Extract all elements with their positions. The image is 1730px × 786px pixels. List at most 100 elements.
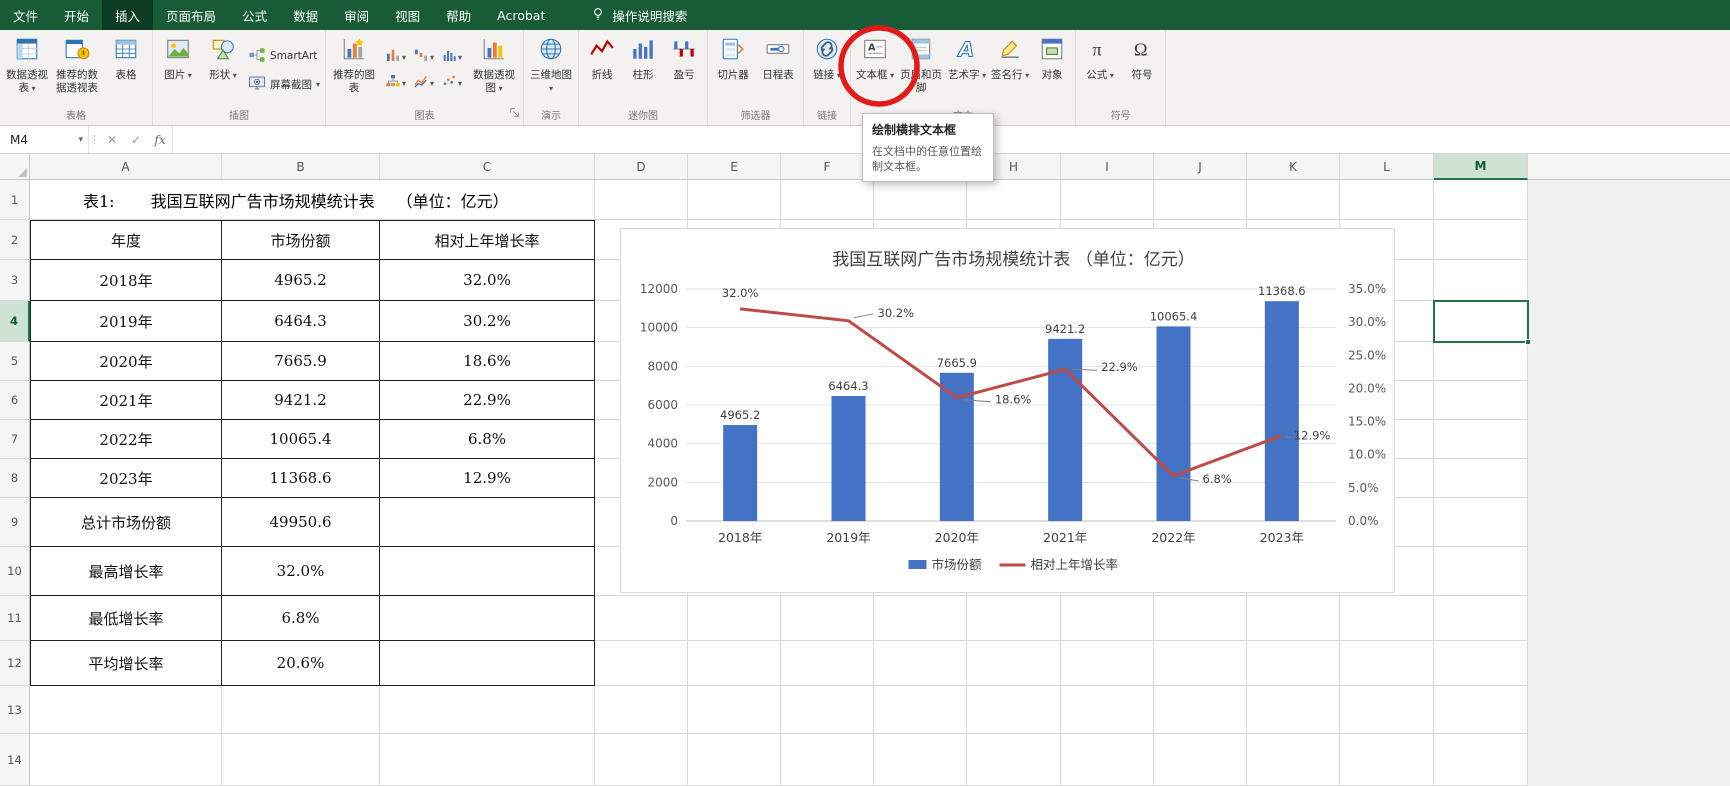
cell-I13[interactable] bbox=[1061, 686, 1154, 734]
cell-E11[interactable] bbox=[688, 596, 781, 641]
ribbon-tab-review[interactable]: 审阅 bbox=[331, 0, 382, 30]
cell-M9[interactable] bbox=[1434, 498, 1528, 547]
row-header-10[interactable]: 10 bbox=[0, 547, 30, 596]
column-header-F[interactable]: F bbox=[781, 154, 874, 180]
shapes-dropdown-icon[interactable]: ▾ bbox=[230, 71, 237, 80]
link-button[interactable]: 链接 ▾ bbox=[807, 31, 847, 109]
insert-waterfall-chart-dropdown-icon[interactable]: ▾ bbox=[430, 53, 434, 62]
select-all-corner[interactable] bbox=[0, 154, 30, 180]
signature-line-button[interactable]: 签名行 ▾ bbox=[989, 31, 1031, 109]
cell-A8[interactable]: 2023年 bbox=[30, 459, 222, 498]
cell-B7[interactable]: 10065.4 bbox=[222, 420, 380, 459]
cell-E1[interactable] bbox=[688, 180, 781, 220]
ribbon-tab-file[interactable]: 文件 bbox=[0, 0, 51, 30]
cell-M10[interactable] bbox=[1434, 547, 1528, 596]
cell-B4[interactable]: 6464.3 bbox=[222, 301, 380, 342]
confirm-entry-icon[interactable]: ✓ bbox=[124, 126, 148, 153]
cell-C10[interactable] bbox=[380, 547, 595, 596]
row-header-14[interactable]: 14 bbox=[0, 734, 30, 786]
row-header-4[interactable]: 4 bbox=[0, 301, 30, 342]
cell-G1[interactable] bbox=[874, 180, 967, 220]
cell-M12[interactable] bbox=[1434, 641, 1528, 686]
column-header-K[interactable]: K bbox=[1247, 154, 1340, 180]
cell-H13[interactable] bbox=[967, 686, 1061, 734]
cell-I14[interactable] bbox=[1061, 734, 1154, 786]
cell-D1[interactable] bbox=[595, 180, 688, 220]
dialog-launcher-icon[interactable] bbox=[509, 107, 520, 123]
cell-C12[interactable] bbox=[380, 641, 595, 686]
cell-E14[interactable] bbox=[688, 734, 781, 786]
pivot-table-button[interactable]: 数据透视表 ▾ bbox=[3, 31, 51, 109]
cell-K13[interactable] bbox=[1247, 686, 1340, 734]
table-button[interactable]: 表格 bbox=[103, 31, 149, 109]
insert-waterfall-chart-button[interactable]: ▾ bbox=[411, 45, 436, 69]
cell-J12[interactable] bbox=[1154, 641, 1247, 686]
ribbon-tab-formulas[interactable]: 公式 bbox=[229, 0, 280, 30]
insert-line-chart-button[interactable]: ▾ bbox=[411, 71, 436, 95]
cell-C4[interactable]: 30.2% bbox=[380, 301, 595, 342]
cell-A2[interactable]: 年度 bbox=[30, 220, 222, 260]
cell-M7[interactable] bbox=[1434, 420, 1528, 459]
column-header-J[interactable]: J bbox=[1154, 154, 1247, 180]
column-header-A[interactable]: A bbox=[30, 154, 222, 180]
cell-M11[interactable] bbox=[1434, 596, 1528, 641]
row-header-1[interactable]: 1 bbox=[0, 180, 30, 220]
link-dropdown-icon[interactable]: ▾ bbox=[834, 71, 841, 80]
cell-C8[interactable]: 12.9% bbox=[380, 459, 595, 498]
cell-B5[interactable]: 7665.9 bbox=[222, 342, 380, 381]
column-sparkline-button[interactable]: 柱形 bbox=[623, 31, 663, 109]
cell-C3[interactable]: 32.0% bbox=[380, 260, 595, 301]
row-header-9[interactable]: 9 bbox=[0, 498, 30, 547]
fill-handle[interactable] bbox=[1525, 339, 1531, 345]
win-loss-sparkline-button[interactable]: 盈亏 bbox=[664, 31, 704, 109]
insert-hierarchy-chart-dropdown-icon[interactable]: ▾ bbox=[402, 79, 406, 88]
insert-column-chart-button[interactable]: ▾ bbox=[383, 45, 408, 69]
3d-map-dropdown-icon[interactable]: ▾ bbox=[549, 84, 553, 93]
cell-H12[interactable] bbox=[967, 641, 1061, 686]
cell-E13[interactable] bbox=[688, 686, 781, 734]
cell-C14[interactable] bbox=[380, 734, 595, 786]
cell-J1[interactable] bbox=[1154, 180, 1247, 220]
embedded-chart[interactable]: 我国互联网广告市场规模统计表 （单位：亿元）020004000600080001… bbox=[620, 228, 1395, 593]
ribbon-tab-help[interactable]: 帮助 bbox=[433, 0, 484, 30]
cell-J13[interactable] bbox=[1154, 686, 1247, 734]
signature-line-dropdown-icon[interactable]: ▾ bbox=[1023, 71, 1030, 80]
pivot-table-dropdown-icon[interactable]: ▾ bbox=[29, 84, 36, 93]
cell-A12[interactable]: 平均增长率 bbox=[30, 641, 222, 686]
cell-G14[interactable] bbox=[874, 734, 967, 786]
screenshot-button[interactable]: 屏幕截图▾ bbox=[248, 74, 320, 95]
cell-D14[interactable] bbox=[595, 734, 688, 786]
header-footer-button[interactable]: 页眉和页脚 bbox=[897, 31, 945, 109]
ribbon-tab-page-layout[interactable]: 页面布局 bbox=[153, 0, 229, 30]
cell-L12[interactable] bbox=[1340, 641, 1434, 686]
wordart-button[interactable]: A艺术字 ▾ bbox=[946, 31, 988, 109]
cell-K1[interactable] bbox=[1247, 180, 1340, 220]
cell-M13[interactable] bbox=[1434, 686, 1528, 734]
insert-statistic-chart-dropdown-icon[interactable]: ▾ bbox=[458, 53, 462, 62]
object-button[interactable]: 对象 bbox=[1032, 31, 1072, 109]
cell-M5[interactable] bbox=[1434, 342, 1528, 381]
pivot-chart-dropdown-icon[interactable]: ▾ bbox=[496, 84, 503, 93]
row-header-5[interactable]: 5 bbox=[0, 342, 30, 381]
cell-B6[interactable]: 9421.2 bbox=[222, 381, 380, 420]
name-box[interactable]: M4 ▾ bbox=[0, 126, 88, 153]
column-header-M[interactable]: M bbox=[1434, 154, 1528, 180]
cancel-entry-icon[interactable]: ✕ bbox=[100, 126, 124, 153]
cell-M3[interactable] bbox=[1434, 260, 1528, 301]
cell-G11[interactable] bbox=[874, 596, 967, 641]
column-header-I[interactable]: I bbox=[1061, 154, 1154, 180]
cell-K11[interactable] bbox=[1247, 596, 1340, 641]
cell-D12[interactable] bbox=[595, 641, 688, 686]
cell-L13[interactable] bbox=[1340, 686, 1434, 734]
cell-L14[interactable] bbox=[1340, 734, 1434, 786]
cell-A14[interactable] bbox=[30, 734, 222, 786]
cell-L11[interactable] bbox=[1340, 596, 1434, 641]
cell-F12[interactable] bbox=[781, 641, 874, 686]
row-header-3[interactable]: 3 bbox=[0, 260, 30, 301]
cell-J14[interactable] bbox=[1154, 734, 1247, 786]
cell-J11[interactable] bbox=[1154, 596, 1247, 641]
insert-hierarchy-chart-button[interactable]: ▾ bbox=[383, 71, 408, 95]
tell-me-search[interactable]: 操作说明搜索 bbox=[580, 0, 697, 30]
cell-C2[interactable]: 相对上年增长率 bbox=[380, 220, 595, 260]
cell-B11[interactable]: 6.8% bbox=[222, 596, 380, 641]
